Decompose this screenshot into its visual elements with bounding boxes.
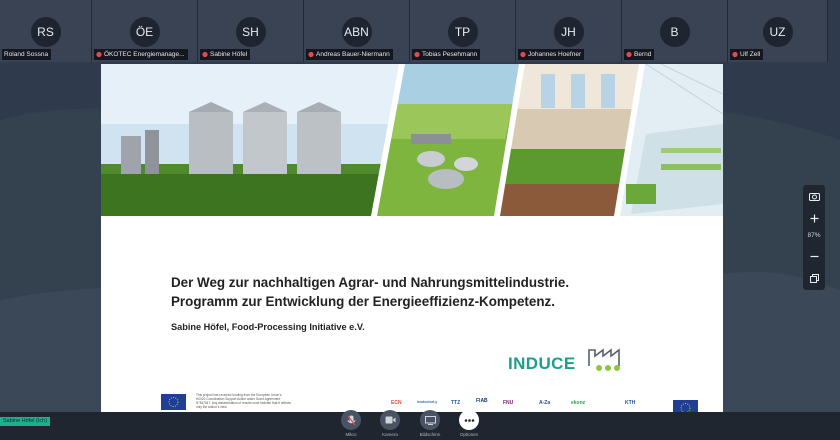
minus-icon	[810, 255, 818, 257]
partner-logo: ECN	[391, 400, 402, 406]
screen-share-icon	[424, 415, 436, 425]
camera-icon	[385, 416, 395, 424]
partner-logo: KTH	[625, 400, 636, 406]
slide-toolbar: 87%	[803, 185, 825, 290]
partner-logo: TTZ	[451, 400, 461, 406]
snapshot-button[interactable]	[806, 188, 822, 204]
self-view-label: Sabine Höfel (Ich)	[0, 417, 51, 426]
slide-photo-collage	[101, 64, 723, 216]
avatar: ÖE	[129, 17, 160, 47]
copy-icon	[809, 273, 819, 283]
avatar: B	[659, 17, 690, 47]
mic-muted-icon	[520, 51, 526, 58]
funding-disclaimer: This project has received funding from t…	[196, 393, 291, 409]
screen-share-button[interactable]: Bildschirm	[415, 410, 445, 437]
participant-strip: RS Roland Sossna ÖE ÖKOTEC Energiemanage…	[0, 0, 840, 62]
participant-name-label: Andreas Bauer-Niermann	[306, 49, 393, 60]
participant-name-label: Sabine Höfel	[200, 49, 251, 60]
partner-logo: FNU	[503, 400, 514, 406]
mic-muted-icon	[308, 51, 314, 58]
brand-wordmark: INDUCE	[508, 354, 576, 373]
avatar: UZ	[762, 17, 793, 47]
participant-name-label: Roland Sossna	[2, 49, 52, 60]
fit-screen-button[interactable]	[806, 270, 822, 286]
avatar: ABN	[341, 17, 372, 47]
zoom-out-button[interactable]	[806, 248, 822, 264]
partner-logo: lesdoctorLy	[417, 400, 438, 404]
zoom-level: 87%	[807, 232, 821, 239]
slide-author: Sabine Höfel, Food-Processing Initiative…	[171, 322, 365, 332]
participant-name-label: Ulf Zell	[730, 49, 764, 60]
slide-title: Der Weg zur nachhaltigen Agrar- und Nahr…	[171, 275, 570, 309]
eu-flag-icon	[673, 400, 698, 412]
mic-muted-icon	[202, 51, 208, 58]
avatar: JH	[553, 17, 584, 47]
mic-muted-icon	[732, 51, 738, 58]
plus-icon	[810, 214, 818, 222]
participant-tile[interactable]: TP Tobias Pesehmann	[410, 0, 516, 62]
partner-logo: A-Za	[539, 400, 551, 406]
participant-name-label: Bernd	[624, 49, 655, 60]
participant-name-label: Johannes Hoefner	[518, 49, 585, 60]
participant-tile[interactable]: SH Sabine Höfel	[198, 0, 304, 62]
partner-logo: ekonz	[571, 400, 586, 406]
participant-tile[interactable]: UZ Ulf Zell	[728, 0, 828, 62]
zoom-in-button[interactable]	[806, 210, 822, 226]
participant-tile[interactable]: ABN Andreas Bauer-Niermann	[304, 0, 410, 62]
mic-button[interactable]: Mikro	[336, 410, 366, 437]
microphone-icon	[346, 415, 356, 425]
participant-tile[interactable]: JH Johannes Hoefner	[516, 0, 622, 62]
participant-tile[interactable]: B Bernd	[622, 0, 728, 62]
avatar: TP	[447, 17, 478, 47]
mic-muted-icon	[414, 51, 420, 58]
more-options-button[interactable]: Optionen	[454, 410, 484, 437]
mic-muted-icon	[96, 51, 102, 58]
mic-muted-icon	[626, 51, 632, 58]
eu-flag-icon	[161, 394, 186, 410]
more-icon	[464, 418, 474, 422]
participant-name-label: Tobias Pesehmann	[412, 49, 481, 60]
factory-logo-icon	[588, 348, 620, 371]
avatar: RS	[30, 17, 61, 47]
participant-name-label: ÖKOTEC Energiemanage...	[94, 49, 188, 60]
camera-button[interactable]: Kamera	[375, 410, 405, 437]
avatar: SH	[235, 17, 266, 47]
shared-slide: Der Weg zur nachhaltigen Agrar- und Nahr…	[101, 64, 723, 412]
partner-logo: FIAB	[476, 398, 488, 404]
camera-icon	[808, 192, 820, 201]
participant-tile[interactable]: RS Roland Sossna	[0, 0, 92, 62]
participant-tile[interactable]: ÖE ÖKOTEC Energiemanage...	[92, 0, 198, 62]
